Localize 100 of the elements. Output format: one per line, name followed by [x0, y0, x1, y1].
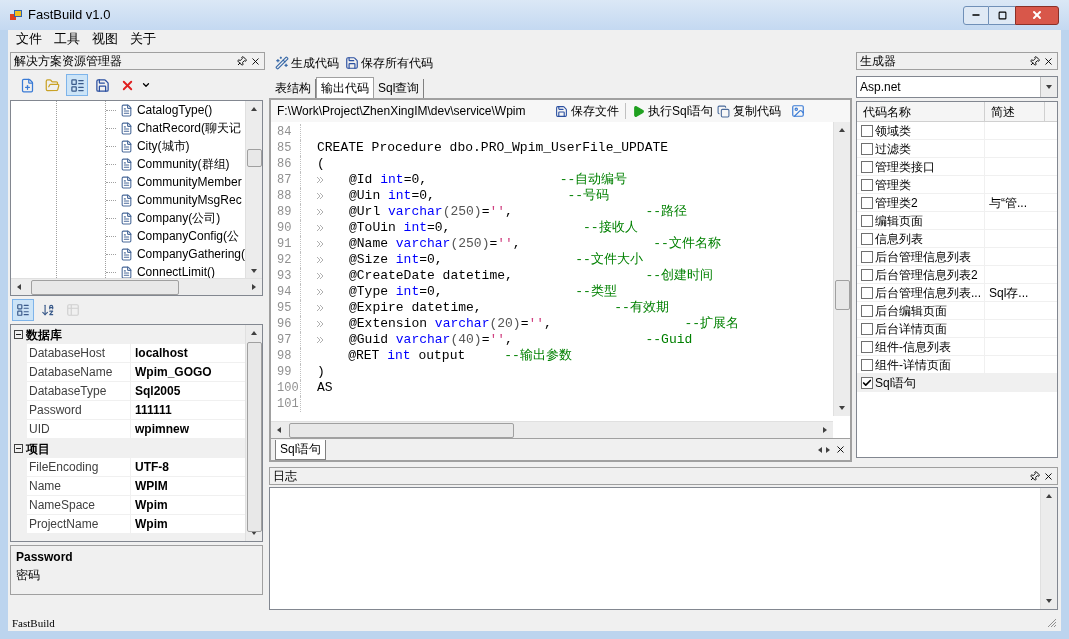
- property-value[interactable]: Wpim_GOGO: [131, 363, 212, 381]
- column-header[interactable]: 简述: [985, 102, 1045, 121]
- generator-row[interactable]: 后台编辑页面: [857, 302, 1057, 320]
- scroll-right-arrow-icon[interactable]: [821, 426, 829, 434]
- minimize-button[interactable]: [963, 5, 989, 25]
- property-name[interactable]: ProjectName: [27, 515, 131, 533]
- framework-dropdown[interactable]: Asp.net: [856, 76, 1058, 98]
- vertical-scrollbar[interactable]: [245, 325, 262, 541]
- property-category[interactable]: 项目: [26, 439, 50, 458]
- tree-item[interactable]: CompanyGathering(: [136, 245, 245, 263]
- horizontal-scrollbar[interactable]: [271, 421, 833, 438]
- tree-item[interactable]: CommunityMsgRec: [136, 191, 242, 209]
- checkbox[interactable]: [861, 250, 873, 263]
- menu-item[interactable]: 视图: [92, 29, 118, 49]
- close-icon[interactable]: [1043, 55, 1054, 67]
- property-value[interactable]: localhost: [131, 344, 188, 362]
- scrollbar-thumb[interactable]: [835, 280, 850, 310]
- collapse-toggle-icon[interactable]: [14, 330, 23, 339]
- generator-row[interactable]: 领域类: [857, 122, 1057, 140]
- close-icon[interactable]: [835, 444, 846, 455]
- tree-item[interactable]: CompanyConfig(公: [136, 227, 239, 245]
- property-name[interactable]: DatabaseHost: [27, 344, 131, 362]
- checkbox[interactable]: [861, 268, 873, 281]
- checkbox[interactable]: [861, 286, 873, 299]
- previous-tab-arrow-icon[interactable]: [816, 445, 824, 454]
- toolbar-button[interactable]: 保存所有代码: [345, 54, 433, 72]
- generator-row[interactable]: 编辑页面: [857, 212, 1057, 230]
- scroll-down-arrow-icon[interactable]: [250, 529, 258, 537]
- scrollbar-thumb[interactable]: [247, 342, 262, 532]
- generator-row[interactable]: 后台详情页面: [857, 320, 1057, 338]
- generator-row[interactable]: 后台管理信息列表2: [857, 266, 1057, 284]
- checkbox[interactable]: [861, 160, 873, 173]
- property-value[interactable]: Wpim: [131, 496, 168, 514]
- property-value[interactable]: UTF-8: [131, 458, 169, 476]
- menu-item[interactable]: 工具: [54, 29, 80, 49]
- scroll-up-arrow-icon[interactable]: [1045, 492, 1053, 500]
- property-name[interactable]: UID: [27, 420, 131, 438]
- scrollbar-thumb[interactable]: [247, 149, 262, 167]
- property-name[interactable]: DatabaseName: [27, 363, 131, 381]
- generator-row[interactable]: 后台管理信息列表: [857, 248, 1057, 266]
- scroll-left-arrow-icon[interactable]: [275, 426, 283, 434]
- checkbox[interactable]: [861, 322, 873, 335]
- column-header[interactable]: 代码名称: [857, 102, 985, 121]
- maximize-button[interactable]: [989, 5, 1015, 25]
- properties-button[interactable]: [66, 74, 88, 96]
- property-value[interactable]: 111111: [131, 401, 172, 419]
- checkbox[interactable]: [861, 178, 873, 191]
- scroll-up-arrow-icon[interactable]: [838, 126, 846, 134]
- checkbox[interactable]: [861, 340, 873, 353]
- checkbox[interactable]: [861, 124, 873, 137]
- menu-item[interactable]: 文件: [16, 29, 42, 49]
- vertical-scrollbar[interactable]: [1040, 488, 1057, 609]
- tree-item[interactable]: CommunityMember: [136, 173, 242, 191]
- generator-row[interactable]: 过滤类: [857, 140, 1057, 158]
- scroll-left-arrow-icon[interactable]: [15, 283, 23, 291]
- dropdown-arrow-icon[interactable]: [1045, 83, 1053, 91]
- vertical-scrollbar[interactable]: [245, 101, 262, 278]
- scroll-down-arrow-icon[interactable]: [250, 267, 258, 275]
- scroll-up-arrow-icon[interactable]: [250, 105, 258, 113]
- scrollbar-thumb[interactable]: [289, 423, 514, 438]
- scroll-right-arrow-icon[interactable]: [250, 283, 258, 291]
- generator-row[interactable]: Sql语句: [857, 374, 1057, 392]
- generator-row[interactable]: 信息列表: [857, 230, 1057, 248]
- property-value[interactable]: WPIM: [131, 477, 168, 495]
- dropdown-caret-icon[interactable]: [141, 80, 151, 90]
- property-name[interactable]: Password: [27, 401, 131, 419]
- property-category[interactable]: 数据库: [26, 325, 62, 344]
- generator-row[interactable]: 后台管理信息列表... Sql存...: [857, 284, 1057, 302]
- image-button[interactable]: [791, 104, 806, 118]
- document-tab[interactable]: Sql语句: [275, 439, 327, 460]
- toolbar-button[interactable]: 保存文件: [555, 102, 619, 120]
- generator-row[interactable]: 管理类: [857, 176, 1057, 194]
- tree-item[interactable]: Community(群组): [136, 155, 230, 173]
- categorized-button[interactable]: [12, 299, 34, 321]
- generator-row[interactable]: 管理类接口: [857, 158, 1057, 176]
- tree-item[interactable]: ConnectLimit(): [136, 263, 215, 278]
- resize-grip-icon[interactable]: [1047, 618, 1057, 628]
- horizontal-scrollbar[interactable]: [11, 278, 262, 295]
- scrollbar-thumb[interactable]: [31, 280, 179, 295]
- vertical-scrollbar[interactable]: [833, 122, 850, 416]
- generator-row[interactable]: 组件-信息列表: [857, 338, 1057, 356]
- checkbox[interactable]: [861, 358, 873, 371]
- property-name[interactable]: NameSpace: [27, 496, 131, 514]
- property-value[interactable]: Wpim: [131, 515, 168, 533]
- next-tab-arrow-icon[interactable]: [824, 445, 832, 454]
- tab[interactable]: 输出代码: [316, 77, 374, 98]
- scroll-up-arrow-icon[interactable]: [250, 329, 258, 337]
- toolbar-button[interactable]: 复制代码: [717, 102, 782, 120]
- collapse-toggle-icon[interactable]: [14, 444, 23, 453]
- scroll-down-arrow-icon[interactable]: [1045, 597, 1053, 605]
- property-name[interactable]: FileEncoding: [27, 458, 131, 476]
- tree-item[interactable]: Company(公司): [136, 209, 221, 227]
- checkbox[interactable]: [861, 232, 873, 245]
- checkbox[interactable]: [861, 304, 873, 317]
- close-button[interactable]: [1015, 5, 1059, 25]
- property-value[interactable]: Sql2005: [131, 382, 181, 400]
- scroll-down-arrow-icon[interactable]: [838, 404, 846, 412]
- checkbox[interactable]: [861, 376, 873, 389]
- generator-row[interactable]: 管理类2 与“管...: [857, 194, 1057, 212]
- menu-item[interactable]: 关于: [130, 29, 156, 49]
